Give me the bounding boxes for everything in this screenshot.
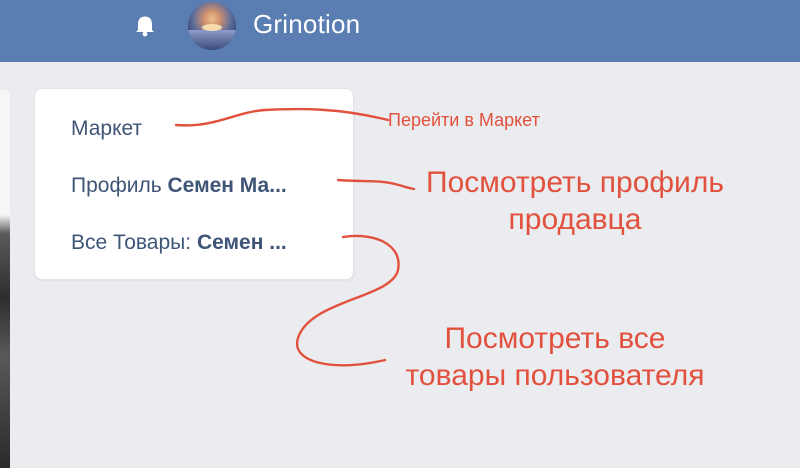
avatar[interactable] <box>188 2 236 50</box>
bell-icon <box>136 16 154 37</box>
avatar-image-glow <box>202 24 222 31</box>
menu-item-all-goods[interactable]: Все Товары: Семен ... <box>71 231 287 255</box>
annotation-goods-line2: товары пользователя <box>405 359 705 392</box>
avatar-image-horizon <box>188 30 236 50</box>
notifications-button[interactable] <box>130 10 160 40</box>
annotation-profile: Посмотреть профиль продавца <box>405 164 745 238</box>
menu-item-label: Маркет <box>71 117 143 140</box>
menu-item-label: Все Товары: <box>71 231 197 254</box>
menu-item-seller-profile[interactable]: Профиль Семен Ма... <box>71 174 287 198</box>
menu-item-label: Профиль <box>71 174 168 197</box>
dropdown-menu: Маркет Профиль Семен Ма... Все Товары: С… <box>34 88 354 280</box>
background-photo-edge <box>0 90 10 468</box>
annotation-profile-line2: продавца <box>508 203 642 236</box>
annotation-goods-line1: Посмотреть все <box>444 322 666 355</box>
username-link[interactable]: Grinotion <box>253 9 360 40</box>
top-navigation-bar: Grinotion <box>0 0 800 62</box>
annotation-profile-line1: Посмотреть профиль <box>426 166 724 199</box>
menu-item-seller-name: Семен ... <box>196 231 287 254</box>
annotation-goods: Посмотреть все товары пользователя <box>380 320 730 394</box>
screenshot: Grinotion Маркет Профиль Семен Ма... Все… <box>0 0 800 468</box>
menu-item-market[interactable]: Маркет <box>71 117 142 141</box>
annotation-market: Перейти в Маркет <box>388 110 540 130</box>
menu-item-seller-name: Семен Ма... <box>167 174 287 197</box>
